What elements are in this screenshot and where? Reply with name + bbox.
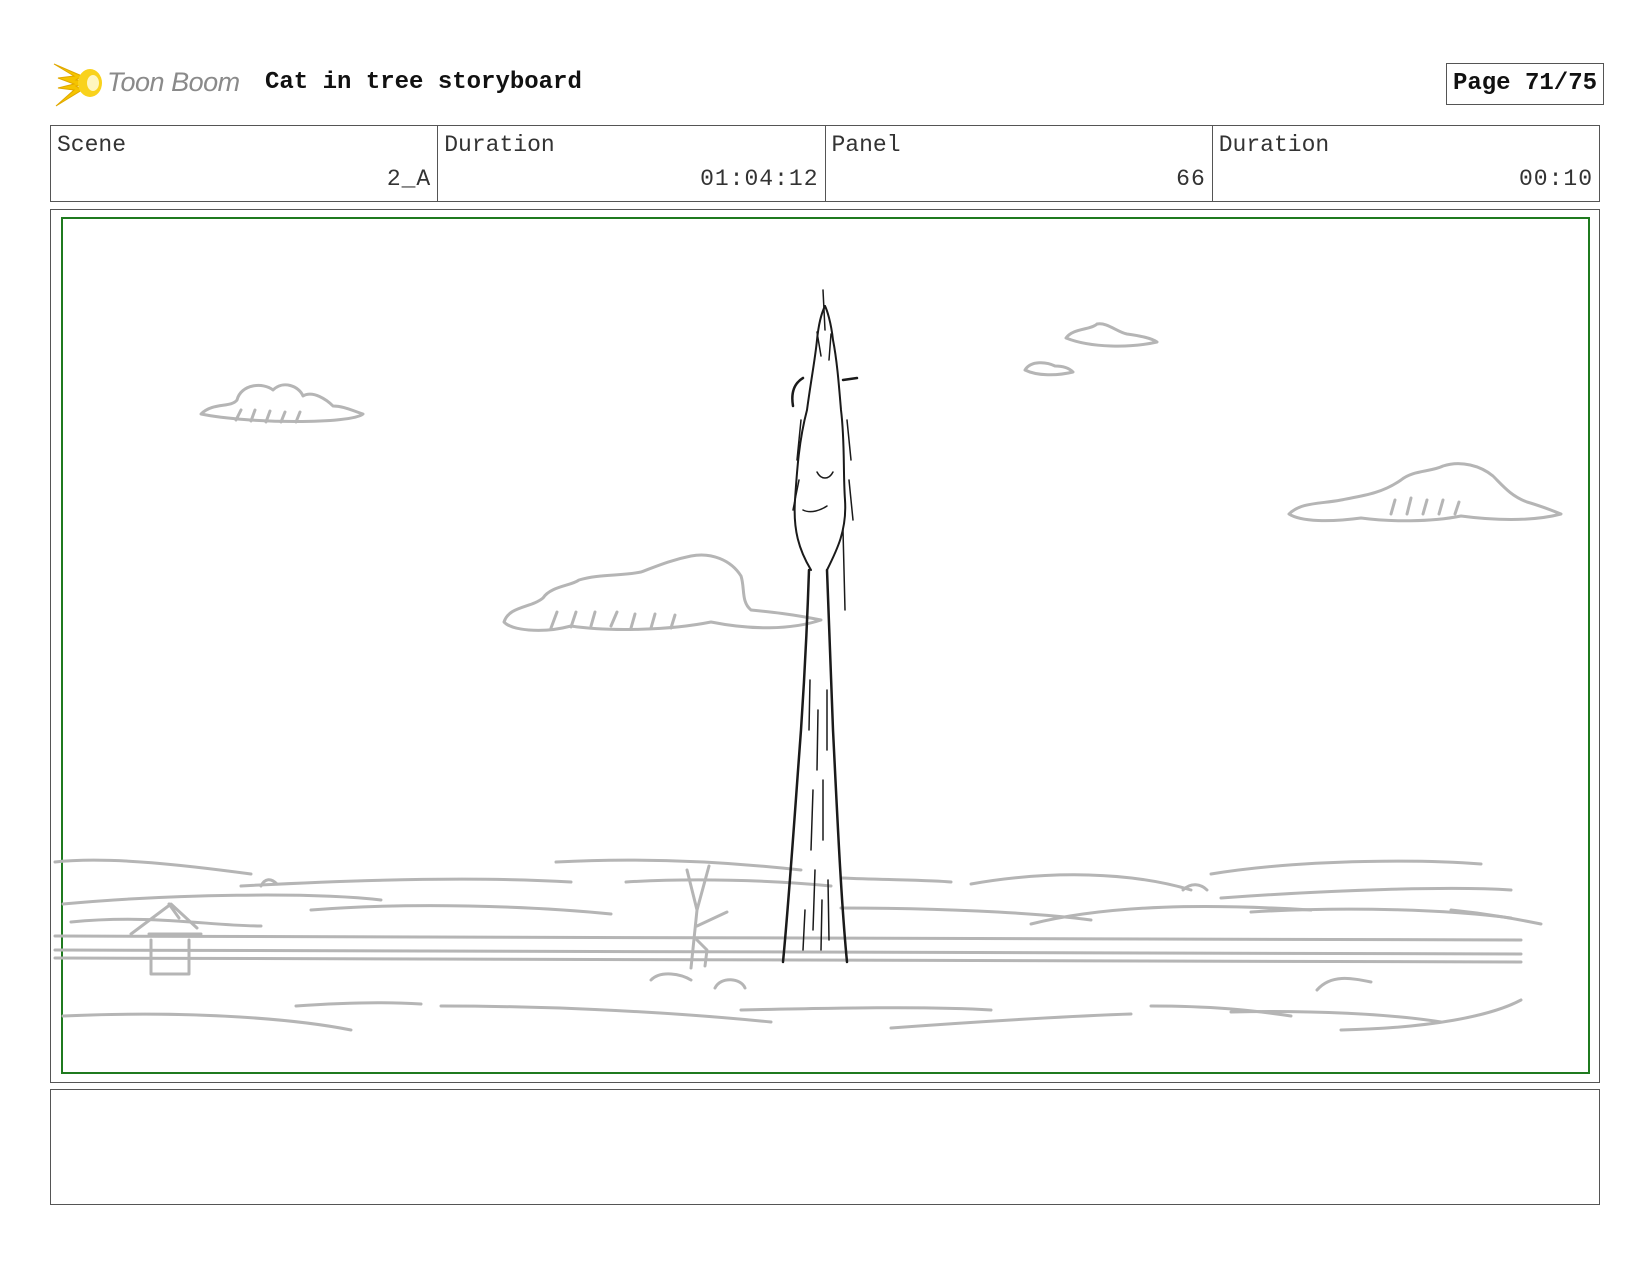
cloud-small-1 xyxy=(1064,322,1159,348)
cloud-small-2 xyxy=(1023,361,1075,377)
house-sketch xyxy=(129,902,203,976)
panel-duration-label: Duration xyxy=(1218,132,1330,158)
document-title: Cat in tree storyboard xyxy=(265,69,582,96)
scene-duration-cell: Duration 01:04:12 xyxy=(438,126,826,201)
panel-duration-cell: Duration 00:10 xyxy=(1213,126,1599,201)
starburst-icon xyxy=(53,63,102,107)
scene-cell: Scene 2_A xyxy=(51,126,439,201)
page-indicator: Page 71/75 xyxy=(1445,63,1604,105)
scene-duration-label: Duration xyxy=(444,132,555,158)
panel-notes-box xyxy=(50,1089,1600,1205)
panel-cell: Panel 66 xyxy=(826,126,1213,201)
panel-info-table: Scene 2_A Duration 01:04:12 Panel 66 Dur… xyxy=(50,125,1600,202)
panel-sketch xyxy=(53,217,1590,1074)
storyboard-header: Toon Boom Cat in tree storyboard Page 71… xyxy=(52,56,1604,110)
panel-label: Panel xyxy=(831,132,901,158)
toon-boom-logo: Toon Boom xyxy=(52,56,252,110)
scene-label: Scene xyxy=(57,132,127,158)
storyboard-panel xyxy=(50,209,1600,1083)
cloud-center xyxy=(502,553,823,632)
safe-frame xyxy=(61,217,1590,1074)
background-sketch xyxy=(53,322,1563,1032)
panel-duration-value: 00:10 xyxy=(1518,166,1593,192)
scene-duration-value: 01:04:12 xyxy=(700,166,819,192)
brand-name: Toon Boom xyxy=(107,67,240,97)
panel-value: 66 xyxy=(1176,166,1206,192)
scene-value: 2_A xyxy=(386,166,432,192)
